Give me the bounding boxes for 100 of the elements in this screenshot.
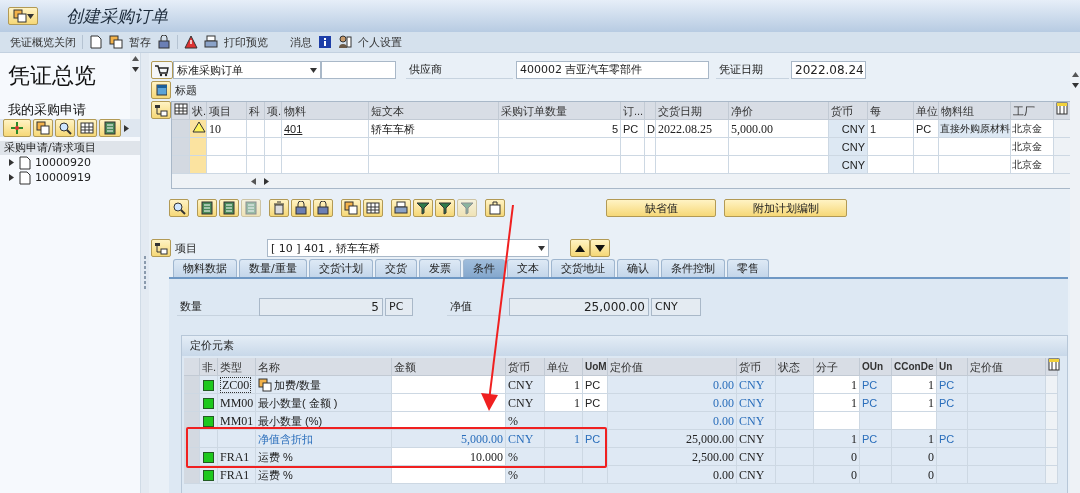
column-header[interactable]: 科	[247, 102, 265, 120]
toolbar-button[interactable]	[169, 199, 189, 217]
table-cell: 1	[892, 430, 937, 448]
tab[interactable]: 零售	[726, 259, 769, 277]
header-toggle-button[interactable]	[151, 81, 171, 99]
toolbar-button[interactable]	[341, 199, 361, 217]
vendor-field[interactable]: 400002 吉亚汽车零部件	[516, 61, 709, 79]
toolbar-button[interactable]	[99, 119, 121, 137]
tree-item[interactable]: 10000919	[35, 171, 91, 184]
column-header[interactable]: 金额	[392, 358, 506, 376]
column-header[interactable]: 订...	[621, 102, 645, 120]
column-header[interactable]: 单位	[914, 102, 939, 120]
close-overview-button[interactable]: 凭证概览关闭	[10, 34, 76, 50]
row-selector[interactable]	[184, 466, 200, 484]
column-header[interactable]: 每	[868, 102, 914, 120]
person-icon	[338, 35, 352, 49]
column-header[interactable]: 定价值	[608, 358, 737, 376]
column-header[interactable]: 货币	[737, 358, 776, 376]
tab[interactable]: 交货	[374, 259, 417, 277]
item-toggle-button[interactable]	[151, 239, 171, 257]
column-header[interactable]: 工厂	[1011, 102, 1054, 120]
column-header[interactable]: 净价	[729, 102, 829, 120]
toolbar-button[interactable]	[363, 199, 383, 217]
table-cell: PC	[914, 120, 939, 138]
column-header[interactable]: 非.	[200, 358, 218, 376]
column-header[interactable]: 名称	[256, 358, 392, 376]
tab[interactable]: 条件	[462, 259, 505, 277]
column-header[interactable]: 货币	[506, 358, 545, 376]
column-header[interactable]: 物料	[282, 102, 369, 120]
toolbar-button[interactable]	[391, 199, 411, 217]
row-selector[interactable]	[184, 412, 200, 430]
toolbar-button[interactable]	[291, 199, 311, 217]
column-header[interactable]: CConDe	[892, 358, 937, 376]
tab[interactable]: 发票	[418, 259, 461, 277]
splitter-handle-icon[interactable]	[143, 256, 147, 290]
toolbar-button[interactable]	[435, 199, 455, 217]
table-cell	[868, 156, 914, 174]
cart-icon	[154, 63, 170, 77]
table-cell: CNY	[737, 394, 776, 412]
toolbar-button[interactable]	[55, 119, 75, 137]
column-header[interactable]: 货币	[829, 102, 868, 120]
column-header[interactable]: 交货日期	[656, 102, 729, 120]
cart-button[interactable]	[151, 61, 173, 79]
tab[interactable]: 交货计划	[308, 259, 373, 277]
toolbar-button[interactable]	[197, 199, 217, 217]
messages-button[interactable]: 消息	[290, 34, 312, 50]
tab[interactable]: 数量/重量	[239, 259, 307, 277]
tab[interactable]: 文本	[506, 259, 549, 277]
column-header[interactable]: 物料组	[939, 102, 1011, 120]
tab[interactable]: 确认	[616, 259, 659, 277]
column-header[interactable]: 项目	[207, 102, 247, 120]
scroll-down-icon	[131, 66, 139, 73]
tab[interactable]: 条件控制	[660, 259, 725, 277]
toolbar-button[interactable]	[485, 199, 505, 217]
item-select[interactable]: [ 10 ] 401 , 轿车车桥	[267, 239, 549, 257]
table-cell	[645, 156, 656, 174]
schedule-button[interactable]: 附加计划编制	[724, 199, 847, 217]
table-cell: 净值含折扣	[256, 430, 392, 448]
previous-item-button[interactable]	[570, 239, 590, 257]
column-header[interactable]: 短文本	[369, 102, 499, 120]
more-icon	[123, 124, 130, 132]
next-item-button[interactable]	[590, 239, 610, 257]
tab[interactable]: 物料数据	[173, 259, 237, 277]
column-header[interactable]: 定价值	[968, 358, 1046, 376]
column-header[interactable]: 单位	[545, 358, 583, 376]
table-cell: 0.00	[608, 466, 737, 484]
toolbar-button[interactable]	[77, 119, 97, 137]
column-header[interactable]	[172, 102, 190, 120]
item-label: 项目	[175, 240, 198, 256]
column-header[interactable]: 分子	[814, 358, 860, 376]
table-cell: 1	[545, 376, 583, 394]
default-values-button[interactable]: 缺省值	[606, 199, 716, 217]
column-header[interactable]: OUn	[860, 358, 892, 376]
quantity-unit-field: PC	[385, 298, 413, 316]
column-header[interactable]: 状.	[190, 102, 207, 120]
column-header[interactable]: 状态	[776, 358, 814, 376]
column-header[interactable]: 项.	[265, 102, 282, 120]
column-header[interactable]: UoM	[583, 358, 608, 376]
column-header[interactable]	[1046, 358, 1058, 376]
menu-button[interactable]	[8, 7, 38, 25]
column-header[interactable]: Un	[937, 358, 968, 376]
column-header[interactable]: 采购订单数量	[499, 102, 621, 120]
insert-row-icon	[222, 201, 236, 215]
table-cell: PC	[860, 394, 892, 412]
hold-button[interactable]: 暂存	[129, 34, 151, 50]
tab[interactable]: 交货地址	[550, 259, 615, 277]
column-header[interactable]: 类型	[218, 358, 256, 376]
toolbar-button[interactable]	[313, 199, 333, 217]
order-type-select[interactable]: 标准采购订单	[173, 61, 321, 79]
toolbar-button[interactable]	[413, 199, 433, 217]
order-number-field[interactable]	[321, 61, 396, 79]
table-cell	[247, 156, 265, 174]
print-preview-button[interactable]: 打印预览	[224, 34, 268, 50]
toolbar-button[interactable]	[33, 119, 53, 137]
toolbar-button[interactable]	[269, 199, 289, 217]
personal-settings-button[interactable]: 个人设置	[358, 34, 402, 50]
toolbar-button[interactable]	[219, 199, 239, 217]
tree-item[interactable]: 10000920	[35, 156, 91, 169]
items-toggle-button[interactable]	[151, 101, 171, 119]
document-date-field[interactable]: 2022.08.24	[791, 61, 866, 79]
